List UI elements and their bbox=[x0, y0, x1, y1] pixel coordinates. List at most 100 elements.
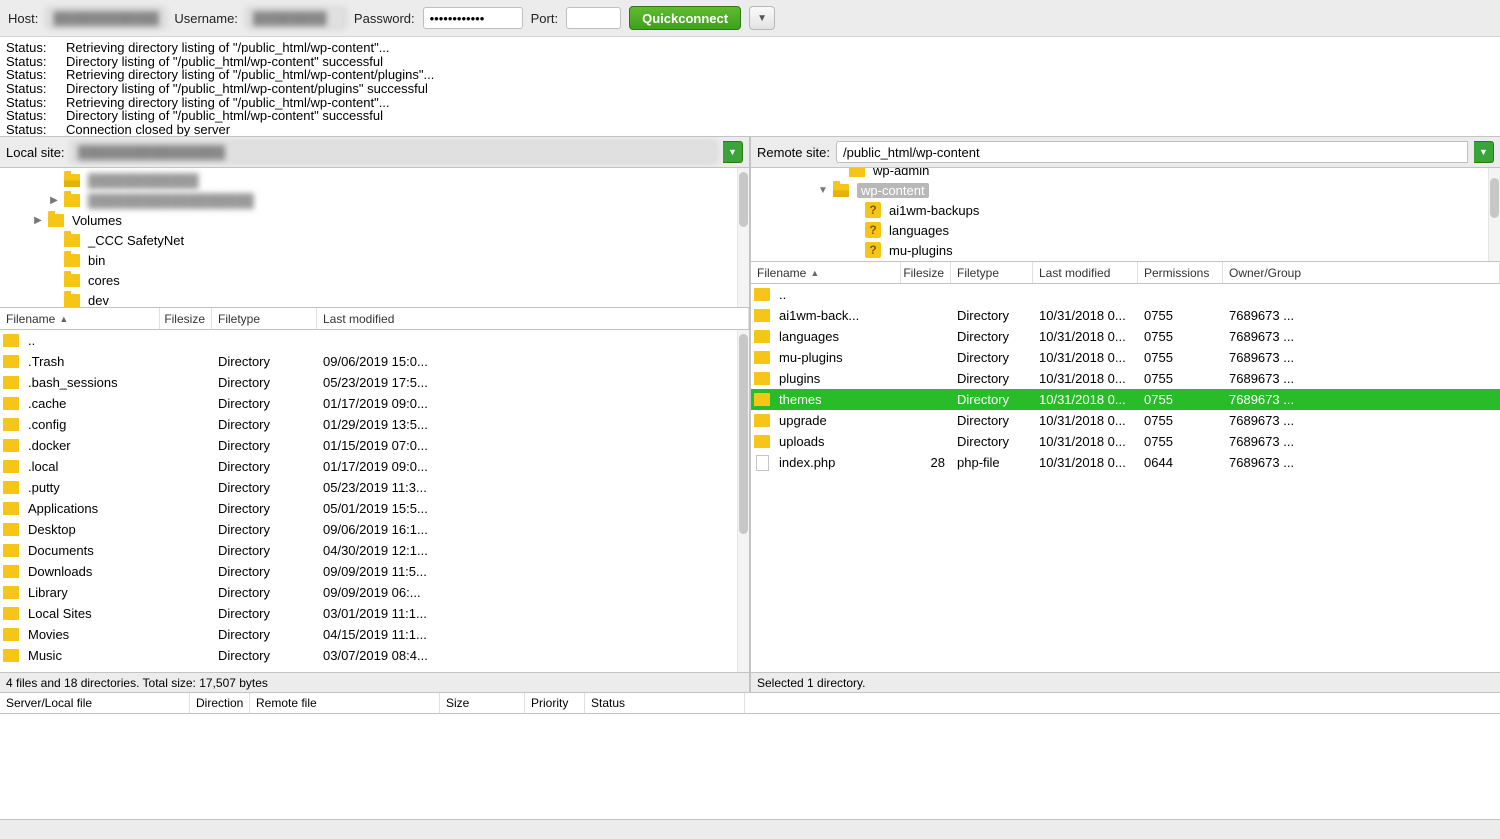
chevron-right-icon[interactable]: ▶ bbox=[32, 214, 44, 226]
tree-item[interactable]: _CCC SafetyNet bbox=[0, 230, 749, 250]
local-col-filename[interactable]: Filename▲ bbox=[0, 308, 160, 329]
file-row[interactable]: DocumentsDirectory04/30/2019 12:1... bbox=[0, 540, 749, 561]
folder-icon bbox=[3, 502, 19, 515]
queue-col-size[interactable]: Size bbox=[440, 693, 525, 713]
local-file-list[interactable]: ...TrashDirectory09/06/2019 15:0....bash… bbox=[0, 330, 749, 672]
tree-item[interactable]: dev bbox=[0, 290, 749, 308]
file-type: Directory bbox=[212, 459, 317, 474]
file-row[interactable]: index.php28php-file10/31/2018 0...064476… bbox=[751, 452, 1500, 473]
remote-col-modified[interactable]: Last modified bbox=[1033, 262, 1138, 283]
username-input[interactable] bbox=[246, 7, 346, 29]
local-col-filesize[interactable]: Filesize bbox=[160, 308, 212, 329]
file-row[interactable]: MoviesDirectory04/15/2019 11:1... bbox=[0, 624, 749, 645]
file-type: Directory bbox=[951, 308, 1033, 323]
folder-icon bbox=[3, 607, 19, 620]
tree-item[interactable]: ▶Volumes bbox=[0, 210, 749, 230]
file-row[interactable]: .. bbox=[0, 330, 749, 351]
remote-col-owner[interactable]: Owner/Group bbox=[1223, 262, 1500, 283]
local-col-modified[interactable]: Last modified bbox=[317, 308, 749, 329]
local-path-input[interactable] bbox=[71, 141, 717, 163]
tree-item[interactable]: ▼wp-content bbox=[751, 180, 1500, 200]
queue-col-direction[interactable]: Direction bbox=[190, 693, 250, 713]
folder-icon bbox=[3, 628, 19, 641]
file-row[interactable]: languagesDirectory10/31/2018 0...0755768… bbox=[751, 326, 1500, 347]
remote-col-filesize[interactable]: Filesize bbox=[901, 262, 951, 283]
queue-body[interactable] bbox=[0, 714, 1500, 819]
remote-file-list[interactable]: ..ai1wm-back...Directory10/31/2018 0...0… bbox=[751, 284, 1500, 672]
file-owner: 7689673 ... bbox=[1223, 329, 1500, 344]
file-modified: 09/09/2019 11:5... bbox=[317, 564, 749, 579]
folder-icon bbox=[3, 460, 19, 473]
file-row[interactable]: Local SitesDirectory03/01/2019 11:1... bbox=[0, 603, 749, 624]
remote-path-input[interactable] bbox=[836, 141, 1468, 163]
chevron-right-icon[interactable]: ▶ bbox=[48, 194, 60, 206]
file-owner: 7689673 ... bbox=[1223, 350, 1500, 365]
queue-col-serverlocal[interactable]: Server/Local file bbox=[0, 693, 190, 713]
tree-item[interactable]: ?mu-plugins bbox=[751, 240, 1500, 260]
chevron-down-icon[interactable]: ▼ bbox=[817, 184, 829, 196]
file-row[interactable]: .dockerDirectory01/15/2019 07:0... bbox=[0, 435, 749, 456]
tree-item-label: _CCC SafetyNet bbox=[88, 233, 184, 248]
file-modified: 10/31/2018 0... bbox=[1033, 455, 1138, 470]
password-input[interactable] bbox=[423, 7, 523, 29]
file-row[interactable]: ApplicationsDirectory05/01/2019 15:5... bbox=[0, 498, 749, 519]
tree-item[interactable]: wp-admin bbox=[751, 168, 1500, 180]
quickconnect-dropdown-button[interactable]: ▼ bbox=[749, 6, 775, 30]
folder-icon bbox=[754, 414, 770, 427]
file-row[interactable]: .bash_sessionsDirectory05/23/2019 17:5..… bbox=[0, 372, 749, 393]
queue-column-headers[interactable]: Server/Local file Direction Remote file … bbox=[0, 692, 1500, 714]
local-tree[interactable]: ████████████▶██████████████████▶Volumes _… bbox=[0, 168, 749, 308]
file-row[interactable]: DesktopDirectory09/06/2019 16:1... bbox=[0, 519, 749, 540]
tree-item[interactable]: ████████████ bbox=[0, 170, 749, 190]
remote-col-filetype[interactable]: Filetype bbox=[951, 262, 1033, 283]
queue-col-priority[interactable]: Priority bbox=[525, 693, 585, 713]
queue-col-remote[interactable]: Remote file bbox=[250, 693, 440, 713]
port-input[interactable] bbox=[566, 7, 621, 29]
file-row[interactable]: uploadsDirectory10/31/2018 0...075576896… bbox=[751, 431, 1500, 452]
tree-item[interactable]: bin bbox=[0, 250, 749, 270]
file-row[interactable]: MusicDirectory03/07/2019 08:4... bbox=[0, 645, 749, 666]
file-permissions: 0755 bbox=[1138, 308, 1223, 323]
remote-path-dropdown[interactable]: ▼ bbox=[1474, 141, 1494, 163]
remote-col-filename[interactable]: Filename▲ bbox=[751, 262, 901, 283]
file-row[interactable]: DownloadsDirectory09/09/2019 11:5... bbox=[0, 561, 749, 582]
file-row[interactable]: .puttyDirectory05/23/2019 11:3... bbox=[0, 477, 749, 498]
file-name: Local Sites bbox=[22, 606, 160, 621]
host-input[interactable] bbox=[46, 7, 166, 29]
remote-tree[interactable]: wp-admin▼wp-content?ai1wm-backups?langua… bbox=[751, 168, 1500, 262]
file-icon bbox=[756, 455, 769, 471]
file-row[interactable]: LibraryDirectory09/09/2019 06:... bbox=[0, 582, 749, 603]
remote-col-permissions[interactable]: Permissions bbox=[1138, 262, 1223, 283]
file-row[interactable]: .configDirectory01/29/2019 13:5... bbox=[0, 414, 749, 435]
folder-icon bbox=[3, 649, 19, 662]
file-row[interactable]: upgradeDirectory10/31/2018 0...075576896… bbox=[751, 410, 1500, 431]
folder-icon bbox=[3, 418, 19, 431]
file-owner: 7689673 ... bbox=[1223, 371, 1500, 386]
file-row[interactable]: pluginsDirectory10/31/2018 0...075576896… bbox=[751, 368, 1500, 389]
remote-column-headers[interactable]: Filename▲ Filesize Filetype Last modifie… bbox=[751, 262, 1500, 284]
quickconnect-button[interactable]: Quickconnect bbox=[629, 6, 741, 30]
file-type: php-file bbox=[951, 455, 1033, 470]
queue-col-status[interactable]: Status bbox=[585, 693, 745, 713]
local-col-filetype[interactable]: Filetype bbox=[212, 308, 317, 329]
file-row[interactable]: mu-pluginsDirectory10/31/2018 0...075576… bbox=[751, 347, 1500, 368]
file-row[interactable]: ai1wm-back...Directory10/31/2018 0...075… bbox=[751, 305, 1500, 326]
local-column-headers[interactable]: Filename▲ Filesize Filetype Last modifie… bbox=[0, 308, 749, 330]
file-row[interactable]: themesDirectory10/31/2018 0...0755768967… bbox=[751, 389, 1500, 410]
file-row[interactable]: .localDirectory01/17/2019 09:0... bbox=[0, 456, 749, 477]
file-row[interactable]: .. bbox=[751, 284, 1500, 305]
tree-item[interactable]: ?ai1wm-backups bbox=[751, 200, 1500, 220]
file-type: Directory bbox=[212, 375, 317, 390]
file-name: Desktop bbox=[22, 522, 160, 537]
file-modified: 10/31/2018 0... bbox=[1033, 413, 1138, 428]
file-type: Directory bbox=[951, 371, 1033, 386]
disclosure-spacer bbox=[849, 244, 861, 256]
tree-item[interactable]: ?languages bbox=[751, 220, 1500, 240]
remote-site-label: Remote site: bbox=[757, 145, 830, 160]
file-row[interactable]: .TrashDirectory09/06/2019 15:0... bbox=[0, 351, 749, 372]
file-row[interactable]: .cacheDirectory01/17/2019 09:0... bbox=[0, 393, 749, 414]
tree-item[interactable]: cores bbox=[0, 270, 749, 290]
folder-icon bbox=[754, 372, 770, 385]
local-path-dropdown[interactable]: ▼ bbox=[723, 141, 743, 163]
tree-item[interactable]: ▶██████████████████ bbox=[0, 190, 749, 210]
